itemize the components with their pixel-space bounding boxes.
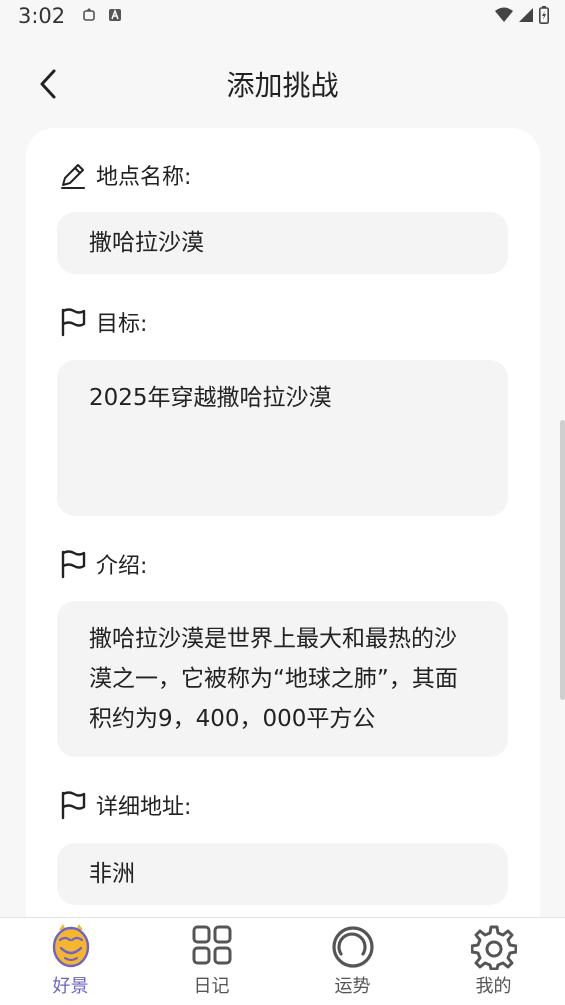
battery-icon	[539, 6, 549, 24]
intro-label-text: 介绍:	[96, 554, 148, 579]
goal-label-text: 目标:	[96, 312, 148, 337]
tab-fortune[interactable]: 运势	[282, 918, 423, 1005]
address-label: 详细地址:	[58, 788, 191, 822]
address-input[interactable]: 非洲	[57, 843, 508, 905]
tab-scenery[interactable]: 好景	[0, 918, 141, 1005]
page-title: 添加挑战	[226, 69, 339, 102]
goal-label: 目标:	[58, 305, 147, 339]
challenge-form: 地点名称: 撒哈拉沙漠 目标: 2025年穿越撒哈拉沙漠 介绍: 撒哈拉沙漠是世…	[26, 128, 540, 948]
scenery-mascot-icon	[52, 924, 89, 968]
flag-icon	[61, 791, 86, 820]
flag-icon	[61, 550, 86, 579]
address-label-text: 详细地址:	[96, 795, 192, 820]
tab-mine[interactable]: 我的	[423, 918, 564, 1005]
status-time: 3:02	[18, 4, 66, 28]
intro-input[interactable]: 撒哈拉沙漠是世界上最大和最热的沙漠之一，它被称为“地球之肺”，其面积约为9，40…	[57, 601, 508, 757]
wifi-icon	[495, 7, 513, 22]
screenshot-notification-icon	[83, 8, 95, 21]
flag-icon	[61, 308, 86, 337]
page-header: 添加挑战	[0, 48, 565, 118]
intro-label: 介绍:	[58, 547, 147, 581]
pencil-icon	[61, 164, 85, 189]
tab-mine-label: 我的	[475, 976, 512, 997]
location-label-text: 地点名称:	[96, 165, 192, 190]
tab-fortune-label: 运势	[334, 976, 371, 997]
grid-icon	[192, 925, 231, 965]
tab-diary[interactable]: 日记	[141, 918, 282, 1005]
status-right-icons	[495, 6, 549, 24]
tab-scenery-label: 好景	[52, 976, 89, 997]
loading-circle-icon	[331, 926, 374, 968]
goal-input[interactable]: 2025年穿越撒哈拉沙漠	[57, 360, 508, 516]
status-bar: 3:02	[0, 0, 565, 34]
app-notification-icon	[109, 8, 121, 21]
location-label: 地点名称:	[58, 158, 191, 192]
signal-icon	[519, 8, 533, 22]
bottom-tab-bar: 好景 日记 运势 我的	[0, 917, 565, 1005]
gear-icon	[470, 925, 517, 970]
tab-diary-label: 日记	[193, 976, 230, 997]
scrollbar[interactable]	[560, 420, 565, 700]
location-input[interactable]: 撒哈拉沙漠	[57, 212, 508, 274]
